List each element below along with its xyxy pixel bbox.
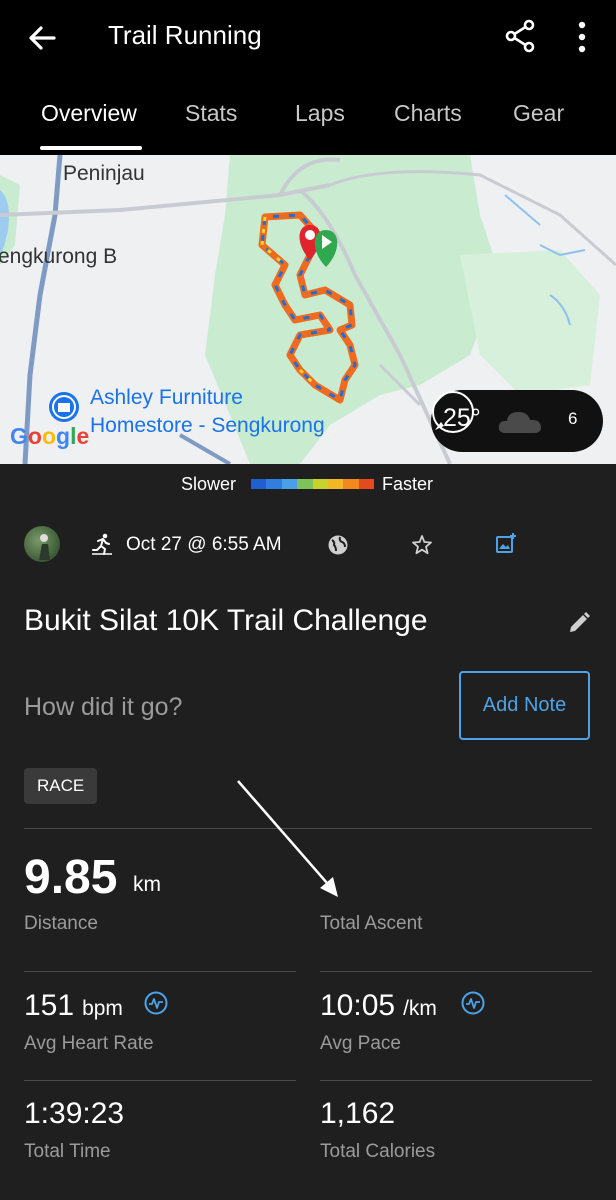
weather-widget[interactable]: 25° 6 xyxy=(431,390,603,452)
activity-meta-row: Oct 27 @ 6:55 AM xyxy=(0,520,616,572)
total-time-label: Total Time xyxy=(24,1141,111,1162)
share-icon[interactable] xyxy=(500,16,540,56)
total-ascent-label: Total Ascent xyxy=(320,913,423,934)
legend-gradient xyxy=(251,479,374,489)
google-logo: Google xyxy=(10,423,90,449)
more-options-icon[interactable] xyxy=(568,16,596,56)
tab-laps[interactable]: Laps xyxy=(295,100,345,127)
total-calories-value: 1,162 xyxy=(320,1097,396,1130)
avg-heart-rate-unit: bpm xyxy=(82,997,123,1020)
pace-sensor-icon[interactable] xyxy=(461,991,485,1015)
avg-heart-rate-label: Avg Heart Rate xyxy=(24,1033,154,1054)
distance-label: Distance xyxy=(24,913,98,934)
avg-heart-rate-value: 151 bpm xyxy=(24,989,123,1023)
divider xyxy=(320,971,592,972)
tab-gear[interactable]: Gear xyxy=(513,100,564,127)
star-icon[interactable] xyxy=(410,533,434,557)
avg-pace-value: 10:05/km xyxy=(320,989,437,1023)
wind-direction-icon xyxy=(432,391,474,433)
tab-bar: Overview Stats Laps Charts Gear xyxy=(0,96,616,155)
race-badge: RACE xyxy=(24,768,98,804)
activity-name: Bukit Silat 10K Trail Challenge xyxy=(24,604,428,637)
edit-pencil-icon[interactable] xyxy=(566,610,592,636)
avg-pace-number: 10:05 xyxy=(320,989,396,1022)
divider xyxy=(320,1080,592,1081)
legend-faster: Faster xyxy=(382,474,434,494)
tab-charts[interactable]: Charts xyxy=(394,100,462,127)
total-time-value: 1:39:23 xyxy=(24,1097,125,1130)
divider xyxy=(24,1080,296,1081)
globe-privacy-icon[interactable] xyxy=(327,534,349,556)
map-label-peninjau: Peninjau xyxy=(63,162,145,185)
add-photo-icon[interactable] xyxy=(494,532,518,556)
legend-slower: Slower xyxy=(181,474,237,494)
back-arrow-icon[interactable] xyxy=(22,18,62,58)
distance-unit: km xyxy=(133,873,161,896)
trail-running-icon xyxy=(92,533,112,555)
route-map[interactable]: Peninjau engkurong B Ashley Furniture Ho… xyxy=(0,155,616,464)
annotation-arrow xyxy=(237,780,338,897)
avatar[interactable] xyxy=(24,526,60,562)
add-note-button[interactable]: Add Note xyxy=(459,671,590,740)
activity-date: Oct 27 @ 6:55 AM xyxy=(126,534,282,555)
app-header: Trail Running Overview Stats Laps Charts… xyxy=(0,0,616,155)
active-tab-indicator xyxy=(40,146,142,150)
note-prompt[interactable]: How did it go? xyxy=(24,693,182,722)
tab-stats[interactable]: Stats xyxy=(185,100,237,127)
page-title: Trail Running xyxy=(108,20,262,50)
pace-legend: Slower Faster xyxy=(0,464,616,504)
cloud-icon xyxy=(498,412,541,433)
map-poi-line-2: Homestore - Sengkurong xyxy=(90,414,325,437)
map-label-sengkurong-b: engkurong B xyxy=(0,245,118,268)
distance-value: 9.85 xyxy=(24,851,118,904)
divider xyxy=(24,971,296,972)
wind-speed: 6 xyxy=(568,409,578,428)
avg-pace-label: Avg Pace xyxy=(320,1033,401,1054)
total-calories-label: Total Calories xyxy=(320,1141,436,1162)
tab-overview[interactable]: Overview xyxy=(41,100,137,127)
heart-rate-sensor-icon[interactable] xyxy=(144,991,168,1015)
map-poi-line-1: Ashley Furniture xyxy=(90,386,243,409)
avg-heart-rate-number: 151 xyxy=(24,989,75,1022)
avg-pace-unit: /km xyxy=(403,997,437,1020)
